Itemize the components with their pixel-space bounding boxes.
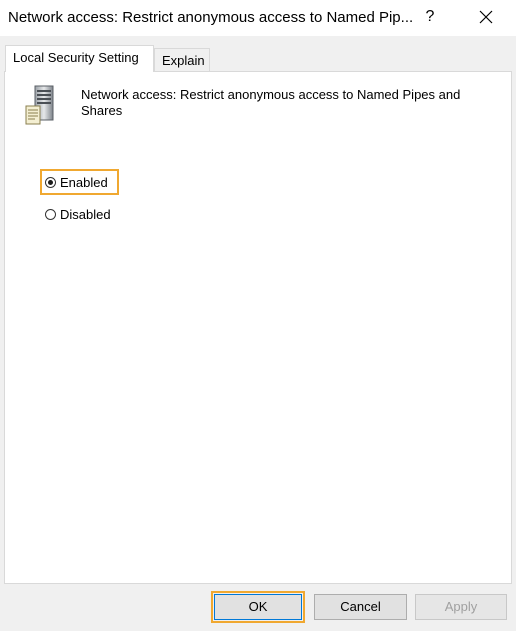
help-button[interactable]: ? <box>418 4 442 30</box>
window-title: Network access: Restrict anonymous acces… <box>8 9 414 26</box>
tab-local-security-setting[interactable]: Local Security Setting <box>5 45 154 72</box>
enabled-label: Enabled <box>60 174 108 190</box>
tab-strip: Local Security Setting Explain <box>4 45 512 72</box>
disabled-radio[interactable] <box>45 208 56 220</box>
enabled-radio-option[interactable]: Enabled <box>45 173 108 191</box>
enabled-radio[interactable] <box>45 176 56 188</box>
apply-button[interactable]: Apply <box>415 594 507 620</box>
cancel-button[interactable]: Cancel <box>314 594 407 620</box>
close-button[interactable] <box>470 4 502 30</box>
disabled-radio-option[interactable]: Disabled <box>45 205 111 223</box>
ok-button[interactable]: OK <box>214 594 302 620</box>
title-bar: Network access: Restrict anonymous acces… <box>0 0 516 36</box>
settings-panel: Network access: Restrict anonymous acces… <box>4 71 512 584</box>
server-policy-icon <box>23 84 59 128</box>
policy-name: Network access: Restrict anonymous acces… <box>81 87 461 118</box>
tab-explain[interactable]: Explain <box>154 48 210 72</box>
disabled-label: Disabled <box>60 206 111 222</box>
close-icon <box>479 10 493 24</box>
